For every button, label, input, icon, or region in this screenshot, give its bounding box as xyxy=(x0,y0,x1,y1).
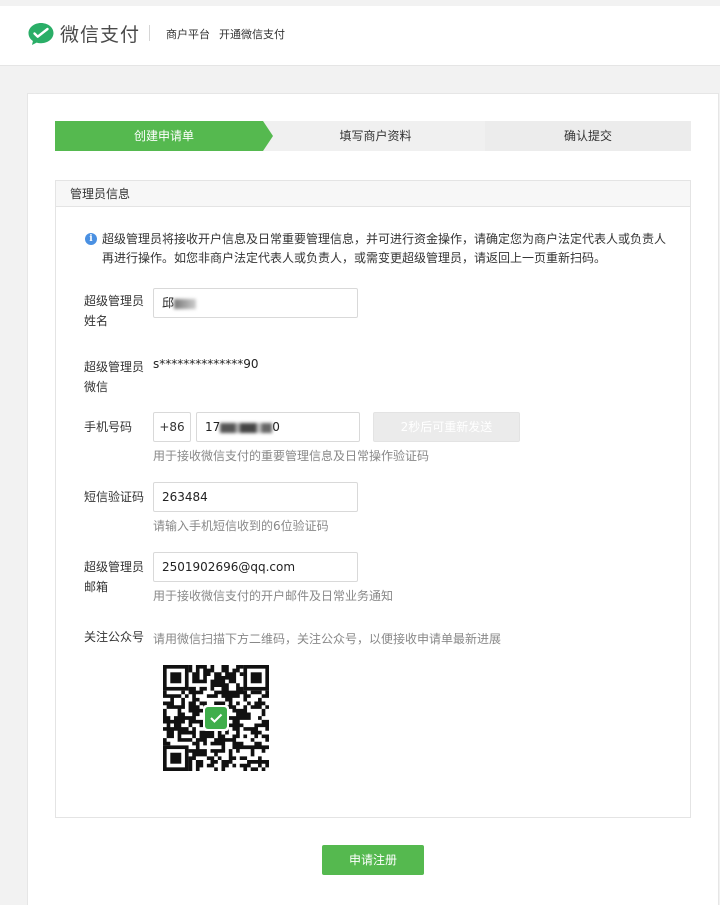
notice: i 超级管理员将接收开户信息及日常重要管理信息，并可进行资金操作，请确定您为商户… xyxy=(85,230,671,268)
divider xyxy=(149,25,150,41)
resend-code-button[interactable]: 2秒后可重新发送 xyxy=(373,412,520,442)
admin-wechat-value: s**************90 xyxy=(153,357,259,371)
phone-label: 手机号码 xyxy=(84,420,133,434)
follow-hint: 请用微信扫描下方二维码，关注公众号，以便接收申请单最新进展 xyxy=(153,632,502,646)
country-code: +86 xyxy=(153,412,191,442)
sms-code-input[interactable]: 263484 xyxy=(153,482,358,512)
follow-official-account-label: 关注公众号 xyxy=(84,630,145,644)
sms-code-label: 短信验证码 xyxy=(84,490,145,504)
qr-code xyxy=(163,665,269,771)
redacted-text xyxy=(220,422,273,433)
admin-name-label: 超级管理员姓名 xyxy=(84,294,145,328)
notice-text: 超级管理员将接收开户信息及日常重要管理信息，并可进行资金操作，请确定您为商户法定… xyxy=(102,232,667,265)
qr-finder-pattern xyxy=(163,665,189,691)
step-confirm-submit: 确认提交 xyxy=(485,121,691,151)
admin-wechat-label: 超级管理员微信 xyxy=(84,360,145,394)
phone-hint: 用于接收微信支付的重要管理信息及日常操作验证码 xyxy=(153,449,430,463)
submit-register-button[interactable]: 申请注册 xyxy=(322,845,424,875)
step-fill-merchant-info: 填写商户资料 xyxy=(339,129,412,143)
nav-open-wechat-pay[interactable]: 开通微信支付 xyxy=(219,26,285,42)
qr-finder-pattern xyxy=(163,745,189,771)
wechat-pay-logo-icon xyxy=(28,23,54,45)
admin-name-input[interactable]: 邱 xyxy=(153,288,358,318)
admin-email-input[interactable]: 2501902696@qq.com xyxy=(153,552,358,582)
sms-code-hint: 请输入手机短信收到的6位验证码 xyxy=(153,519,329,533)
panel-title: 管理员信息 xyxy=(56,181,690,207)
admin-name-value: 邱 xyxy=(162,296,175,310)
step-create-application: 创建申请单 xyxy=(55,121,273,151)
info-icon: i xyxy=(85,233,97,245)
phone-value-start: 17 xyxy=(205,420,221,434)
redacted-text xyxy=(174,298,197,309)
qr-center-logo-icon xyxy=(203,705,229,731)
qr-finder-pattern xyxy=(243,665,269,691)
admin-email-hint: 用于接收微信支付的开户邮件及日常业务通知 xyxy=(153,589,394,603)
nav-merchant-platform[interactable]: 商户平台 xyxy=(166,26,210,42)
admin-info-panel: 管理员信息 i 超级管理员将接收开户信息及日常重要管理信息，并可进行资金操作，请… xyxy=(55,180,691,818)
step-progress: 创建申请单 填写商户资料 确认提交 xyxy=(55,121,691,151)
phone-value-end: 0 xyxy=(272,420,280,434)
main-card: 创建申请单 填写商户资料 确认提交 管理员信息 i 超级管理员将接收开户信息及日… xyxy=(27,93,719,905)
brand-name: 微信支付 xyxy=(60,24,141,46)
top-bar: 微信支付 商户平台 开通微信支付 xyxy=(0,0,720,66)
phone-input[interactable]: 17 0 xyxy=(196,412,360,442)
admin-email-label: 超级管理员邮箱 xyxy=(84,560,145,594)
